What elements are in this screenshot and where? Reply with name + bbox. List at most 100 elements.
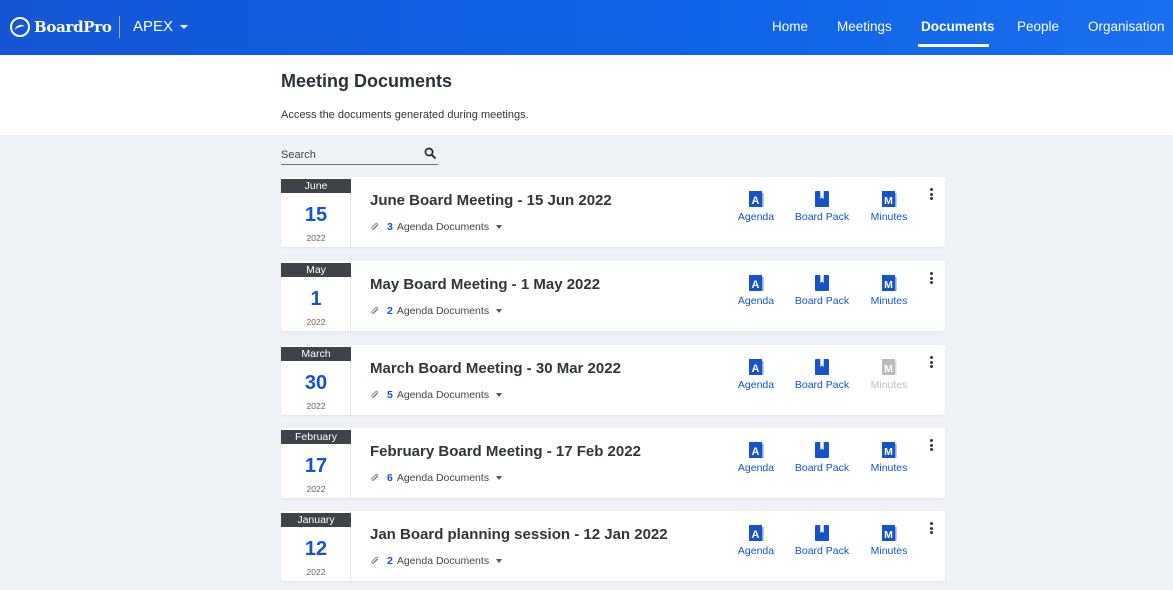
more-vert-icon[interactable] <box>928 356 934 370</box>
board-pack-button[interactable]: Board Pack <box>794 441 850 474</box>
agenda-doc-count: 5 <box>387 389 393 401</box>
board-pack-icon <box>814 441 830 459</box>
date-year: 2022 <box>306 484 326 494</box>
board-pack-icon <box>814 358 830 376</box>
paperclip-icon <box>371 306 378 314</box>
board-pack-button[interactable]: Board Pack <box>794 524 850 557</box>
board-pack-button[interactable]: Board Pack <box>794 358 850 391</box>
meeting-card[interactable]: February 17 2022 February Board Meeting … <box>281 428 945 498</box>
minutes-button[interactable]: M Minutes <box>869 274 909 307</box>
agenda-doc-icon: A <box>748 190 764 208</box>
agenda-doc-count: 2 <box>387 305 393 317</box>
active-nav-indicator <box>918 44 989 47</box>
page-subtitle: Access the documents generated during me… <box>281 109 529 121</box>
org-switcher[interactable]: APEX <box>133 18 189 35</box>
nav-home[interactable]: Home <box>772 19 808 34</box>
agenda-button[interactable]: A Agenda <box>737 274 775 307</box>
date-month: March <box>281 347 351 361</box>
date-month: June <box>281 179 351 193</box>
date-badge: March 30 2022 <box>281 345 351 415</box>
minutes-label: Minutes <box>870 462 908 474</box>
meeting-card[interactable]: March 30 2022 March Board Meeting - 30 M… <box>281 345 945 415</box>
agenda-button[interactable]: A Agenda <box>737 441 775 474</box>
caret-down-icon <box>496 309 503 313</box>
agenda-docs-label: Agenda Documents <box>396 555 490 567</box>
meeting-title[interactable]: Jan Board planning session - 12 Jan 2022 <box>370 526 668 543</box>
agenda-button[interactable]: A Agenda <box>737 524 775 557</box>
date-badge: February 17 2022 <box>281 428 351 498</box>
agenda-button[interactable]: A Agenda <box>737 358 775 391</box>
svg-text:M: M <box>884 195 893 207</box>
meeting-title[interactable]: February Board Meeting - 17 Feb 2022 <box>370 443 641 460</box>
agenda-documents-toggle[interactable]: 6 Agenda Documents <box>370 472 503 484</box>
agenda-documents-toggle[interactable]: 3 Agenda Documents <box>370 221 503 233</box>
svg-text:A: A <box>752 446 760 458</box>
agenda-doc-icon: A <box>748 358 764 376</box>
agenda-documents-toggle[interactable]: 2 Agenda Documents <box>370 305 503 317</box>
svg-text:M: M <box>884 279 893 291</box>
more-vert-icon[interactable] <box>928 188 934 202</box>
svg-text:M: M <box>884 363 893 375</box>
minutes-doc-icon: M <box>881 441 897 459</box>
agenda-docs-label: Agenda Documents <box>396 305 490 317</box>
board-pack-icon <box>814 274 830 292</box>
nav-meetings[interactable]: Meetings <box>837 19 892 34</box>
date-month: January <box>281 513 351 527</box>
board-pack-icon <box>814 190 830 208</box>
minutes-button[interactable]: M Minutes <box>869 524 909 557</box>
date-year: 2022 <box>306 401 326 411</box>
agenda-docs-label: Agenda Documents <box>396 221 490 233</box>
date-badge: May 1 2022 <box>281 261 351 331</box>
boardpro-logo[interactable]: BoardPro <box>10 16 112 38</box>
date-day: 15 <box>304 204 328 226</box>
more-vert-icon[interactable] <box>928 522 934 536</box>
svg-text:A: A <box>752 363 760 375</box>
svg-text:A: A <box>752 279 760 291</box>
more-vert-icon[interactable] <box>928 439 934 453</box>
page-header <box>0 55 1173 135</box>
board-pack-label: Board Pack <box>794 379 850 391</box>
meeting-card[interactable]: January 12 2022 Jan Board planning sessi… <box>281 511 945 581</box>
board-pack-button[interactable]: Board Pack <box>794 190 850 223</box>
date-year: 2022 <box>306 233 326 243</box>
date-badge: January 12 2022 <box>281 511 351 581</box>
agenda-label: Agenda <box>737 462 775 474</box>
nav-people[interactable]: People <box>1017 19 1059 34</box>
minutes-button: M Minutes <box>869 358 909 391</box>
minutes-button[interactable]: M Minutes <box>869 441 909 474</box>
caret-down-icon <box>496 559 503 563</box>
date-day: 1 <box>310 288 322 310</box>
date-day: 30 <box>304 372 328 394</box>
more-vert-icon[interactable] <box>928 272 934 286</box>
nav-organisation[interactable]: Organisation <box>1088 19 1165 34</box>
agenda-button[interactable]: A Agenda <box>737 190 775 223</box>
caret-down-icon <box>496 393 503 397</box>
agenda-documents-toggle[interactable]: 2 Agenda Documents <box>370 555 503 567</box>
meeting-title[interactable]: March Board Meeting - 30 Mar 2022 <box>370 360 621 377</box>
minutes-label: Minutes <box>870 295 908 307</box>
board-pack-label: Board Pack <box>794 462 850 474</box>
nav-documents[interactable]: Documents <box>921 19 995 34</box>
meeting-title[interactable]: June Board Meeting - 15 Jun 2022 <box>370 192 612 209</box>
minutes-doc-icon: M <box>881 524 897 542</box>
agenda-doc-icon: A <box>748 441 764 459</box>
paperclip-icon <box>371 222 378 230</box>
caret-down-icon <box>496 476 503 480</box>
agenda-docs-label: Agenda Documents <box>396 472 490 484</box>
board-pack-label: Board Pack <box>794 295 850 307</box>
agenda-label: Agenda <box>737 295 775 307</box>
minutes-button[interactable]: M Minutes <box>869 190 909 223</box>
agenda-doc-count: 3 <box>387 221 393 233</box>
date-month: May <box>281 263 351 277</box>
meeting-card[interactable]: May 1 2022 May Board Meeting - 1 May 202… <box>281 261 945 331</box>
agenda-documents-toggle[interactable]: 5 Agenda Documents <box>370 389 503 401</box>
search-input[interactable] <box>281 147 416 163</box>
caret-down-icon <box>180 24 189 29</box>
board-pack-label: Board Pack <box>794 211 850 223</box>
agenda-docs-label: Agenda Documents <box>396 389 490 401</box>
meeting-card[interactable]: June 15 2022 June Board Meeting - 15 Jun… <box>281 177 945 247</box>
search-icon[interactable] <box>424 147 436 159</box>
board-pack-button[interactable]: Board Pack <box>794 274 850 307</box>
date-day: 12 <box>304 538 328 560</box>
meeting-title[interactable]: May Board Meeting - 1 May 2022 <box>370 276 600 293</box>
